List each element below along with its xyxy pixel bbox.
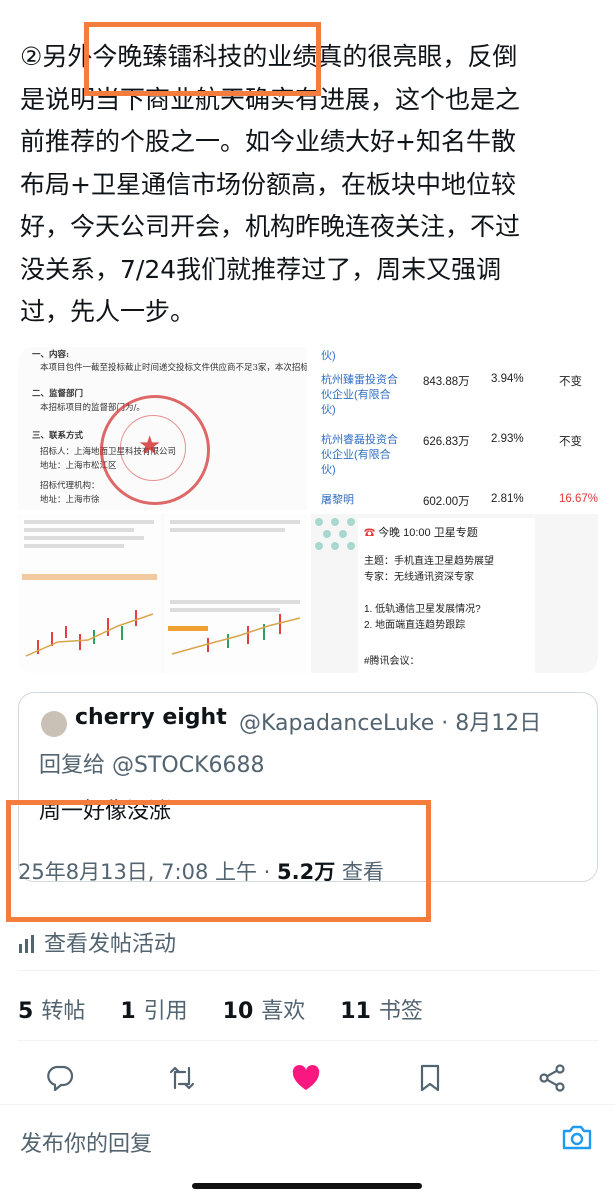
doc-line: 地址：上海市徐 [40,495,100,505]
reposts-stat[interactable]: 5 转帖 [18,999,85,1024]
avatar[interactable] [41,711,67,737]
divider [0,1104,615,1105]
doc-line: 二、监督部门 [32,389,84,399]
post-line: 过，先人一步。 [20,297,196,326]
quote-author-handle: @KapadanceLuke · 8月12日 [239,711,542,736]
holder-percent: 2.81% [491,493,524,505]
post-line: 好，今天公司开会，机构昨晚连夜关注，不过 [20,212,521,241]
holder-amount: 626.83万 [423,436,470,448]
media-shareholder-table-image[interactable]: 伙) 杭州臻雷投资合伙企业(有限合伙) 843.88万 3.94% 不变 杭州睿… [311,347,598,510]
doc-line: 三、联系方式 [32,431,84,441]
notice-topic: 主题：手机直连卫星趋势展望 [364,556,494,567]
view-post-activity-link[interactable]: 查看发帖活动 [18,926,176,959]
reply-composer[interactable]: 发布你的回复 [0,1108,615,1168]
stock-chart-thumbnail [18,514,307,673]
share-icon[interactable] [536,1062,568,1094]
post-line: 前推荐的个股之一。如今业绩大好+知名牛散 [20,127,516,156]
divider [18,970,598,971]
media-stock-app-screenshot[interactable] [18,514,307,673]
bar-chart-icon [18,934,36,959]
reply-to-line: 回复给 @STOCK6688 [39,747,265,779]
highlight-box [6,800,431,922]
holder-percent: 3.94% [491,373,524,385]
highlight-box [84,22,321,96]
reply-input[interactable]: 发布你的回复 [20,1126,152,1158]
bookmark-icon[interactable] [414,1062,446,1094]
phone-icon: ☎ [364,527,379,539]
camera-icon[interactable] [561,1122,593,1152]
home-indicator[interactable] [192,1183,422,1189]
likes-stat[interactable]: 10 喜欢 [223,999,306,1024]
media-grid[interactable]: 一、内容: 本项目包件一截至投标截止时间递交投标文件供应商不足3家，本次招标失败… [18,347,598,673]
activity-label: 查看发帖活动 [44,932,177,957]
holder-change: 不变 [559,376,582,388]
quote-author-name[interactable]: cherry eight [75,705,227,730]
holder-name: 屠黎明 [321,494,354,506]
media-document-image[interactable]: 一、内容: 本项目包件一截至投标截止时间递交投标文件供应商不足3家，本次招标失败… [18,347,307,510]
holder-change: 16.67% [559,493,598,505]
holder-name: 杭州睿磊投资合伙企业(有限合伙) [321,434,398,476]
action-bar [18,1058,598,1098]
notice-question-1: 1. 低轨通信卫星发展情况? [364,604,481,615]
notice-question-2: 2. 地面端直连趋势跟踪 [364,620,466,631]
post-line: 布局+卫星通信市场份额高，在板块中地位较 [20,169,516,199]
holder-amount: 843.88万 [423,376,470,388]
engagement-stats: 5 转帖 1 引用 10 喜欢 11 书签 [18,993,451,1025]
doc-line: 一、内容: [32,350,70,360]
reply-icon[interactable] [44,1062,76,1094]
media-notice-image[interactable]: ☎ 今晚 10:00 卫星专题 主题：手机直连卫星趋势展望 专家：无线通讯资深专… [311,514,598,673]
reply-to-handle[interactable]: @STOCK6688 [112,753,265,778]
holder-amount: 602.00万 [423,496,470,508]
decorative-dots [315,518,355,550]
heart-icon[interactable] [290,1062,322,1094]
reply-prefix: 回复给 [39,753,106,778]
seal-star-icon: ★ [138,431,162,461]
notice-meeting: #腾讯会议： [364,656,420,667]
holder-change: 不变 [559,436,582,448]
doc-line: 本项目包件一截至投标截止时间递交投标文件供应商不足3家，本次招标失败。 [40,363,307,373]
notice-expert: 专家：无线通讯资深专家 [364,572,474,583]
doc-line: 招标代理机构： [40,481,100,491]
divider [18,1040,598,1041]
retweet-icon[interactable] [166,1062,198,1094]
bookmarks-stat[interactable]: 11 书签 [340,999,423,1024]
holder-name: 伙) [321,350,336,362]
quotes-stat[interactable]: 1 引用 [120,999,187,1024]
notice-title: ☎ 今晚 10:00 卫星专题 [364,527,478,539]
holder-name: 杭州臻雷投资合伙企业(有限合伙) [321,374,398,416]
notice-card: ☎ 今晚 10:00 卫星专题 主题：手机直连卫星趋势展望 专家：无线通讯资深专… [358,518,535,673]
post-line: 没关系，7/24我们就推荐过了，周末又强调 [20,254,502,284]
holder-percent: 2.93% [491,433,524,445]
